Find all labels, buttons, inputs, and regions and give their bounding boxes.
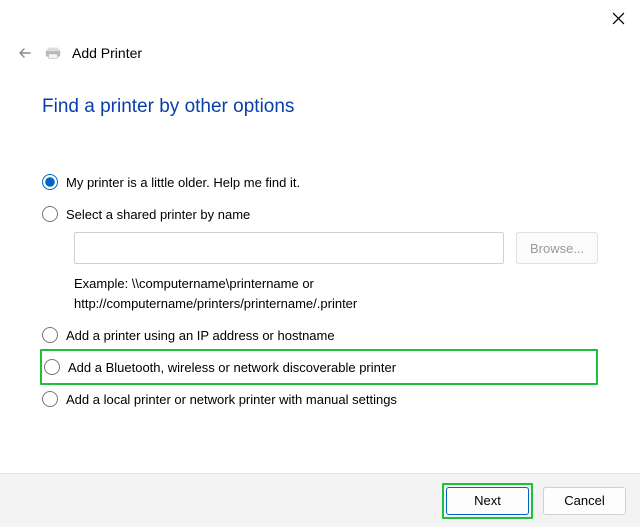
radio-local-manual[interactable] bbox=[42, 391, 58, 407]
option-shared-printer[interactable]: Select a shared printer by name bbox=[42, 198, 598, 230]
option-local-manual[interactable]: Add a local printer or network printer w… bbox=[42, 383, 598, 415]
radio-shared-printer[interactable] bbox=[42, 206, 58, 222]
option-label: Add a local printer or network printer w… bbox=[66, 392, 397, 407]
option-older-printer[interactable]: My printer is a little older. Help me fi… bbox=[42, 166, 598, 198]
close-icon bbox=[612, 12, 625, 25]
dialog-footer: Next Cancel bbox=[0, 473, 640, 527]
browse-button[interactable]: Browse... bbox=[516, 232, 598, 264]
next-button[interactable]: Next bbox=[446, 487, 529, 515]
bluetooth-highlight: Add a Bluetooth, wireless or network dis… bbox=[40, 349, 598, 385]
add-printer-window: Add Printer Find a printer by other opti… bbox=[0, 0, 640, 527]
shared-printer-name-input[interactable] bbox=[74, 232, 504, 264]
options-group: My printer is a little older. Help me fi… bbox=[42, 166, 598, 415]
dialog-title: Add Printer bbox=[72, 45, 142, 61]
page-heading: Find a printer by other options bbox=[42, 96, 598, 118]
back-arrow-icon bbox=[17, 45, 33, 61]
option-ip-hostname[interactable]: Add a printer using an IP address or hos… bbox=[42, 319, 598, 351]
dialog-content: Find a printer by other options My print… bbox=[0, 62, 640, 473]
radio-bluetooth-wireless[interactable] bbox=[44, 359, 60, 375]
next-highlight: Next bbox=[442, 483, 533, 519]
back-button[interactable] bbox=[16, 44, 34, 62]
option-label: My printer is a little older. Help me fi… bbox=[66, 175, 300, 190]
shared-printer-details: Browse... Example: \\computername\printe… bbox=[42, 232, 598, 313]
cancel-button[interactable]: Cancel bbox=[543, 487, 626, 515]
printer-icon bbox=[44, 46, 62, 60]
option-label: Add a printer using an IP address or hos… bbox=[66, 328, 335, 343]
option-label: Select a shared printer by name bbox=[66, 207, 250, 222]
close-button[interactable] bbox=[608, 8, 628, 28]
dialog-header: Add Printer bbox=[0, 0, 640, 62]
option-label: Add a Bluetooth, wireless or network dis… bbox=[68, 360, 396, 375]
radio-older-printer[interactable] bbox=[42, 174, 58, 190]
shared-example-text: Example: \\computername\printername or h… bbox=[74, 274, 598, 313]
radio-ip-hostname[interactable] bbox=[42, 327, 58, 343]
option-bluetooth-wireless[interactable]: Add a Bluetooth, wireless or network dis… bbox=[44, 353, 396, 381]
